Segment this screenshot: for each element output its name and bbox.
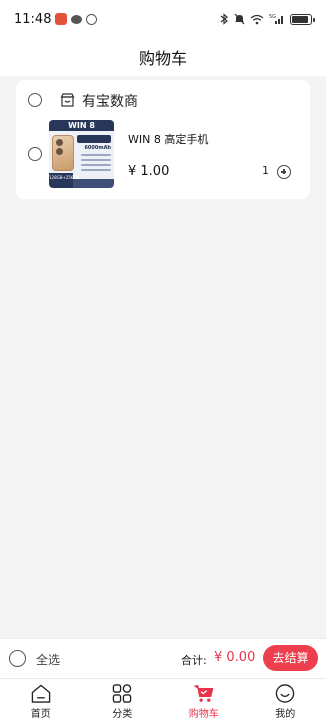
tab-home[interactable]: 首页: [0, 679, 82, 720]
bluetooth-icon: [220, 13, 228, 25]
tab-category[interactable]: 分类: [82, 679, 164, 720]
status-left: 11:48: [14, 11, 98, 27]
shop-icon: [60, 93, 75, 107]
tab-bar: 首页 分类 购物车 我的: [0, 678, 326, 720]
checkout-button[interactable]: 去结算: [263, 645, 318, 671]
quantity-value: 1: [262, 164, 269, 177]
shop-select-radio[interactable]: [28, 93, 42, 107]
network-label: 5G: [269, 14, 276, 20]
nav-bar: 购物车: [0, 38, 326, 76]
mute-icon: [234, 13, 245, 25]
total-amount: ¥ 0.00: [214, 650, 256, 665]
phone-image: [52, 135, 74, 171]
thumbnail-storage: 128GB+256GB: [49, 173, 79, 188]
item-select-radio[interactable]: [28, 147, 42, 161]
select-all-radio[interactable]: [9, 650, 26, 667]
status-bar: 11:48 5G: [0, 0, 326, 38]
thumbnail-title: WIN 8: [49, 120, 114, 131]
product-thumbnail[interactable]: WIN 8 6000mAh 128GB+256GB: [49, 120, 114, 188]
signal-icon: 5G: [269, 14, 283, 24]
home-icon: [31, 684, 51, 703]
tab-cart[interactable]: 购物车: [163, 679, 245, 720]
status-right: 5G: [220, 13, 315, 25]
product-price: ¥ 1.00: [128, 164, 170, 179]
battery-icon: [290, 13, 315, 25]
tab-label-home: 首页: [30, 709, 51, 720]
thumbnail-badge: [77, 135, 111, 143]
shop-name: 有宝数商: [82, 94, 138, 110]
wechat-icon: [71, 14, 83, 24]
page-title: 购物车: [138, 49, 187, 68]
wifi-icon: [250, 14, 264, 24]
thumbnail-footer: [73, 179, 114, 188]
cart-shop-card: 有宝数商 WIN 8 6000mAh 128GB+256GB WIN 8 高定手…: [16, 80, 310, 199]
tab-label-category: 分类: [112, 709, 133, 720]
notification-app-icon: [55, 13, 68, 25]
tab-profile[interactable]: 我的: [245, 679, 326, 720]
category-icon: [112, 684, 132, 703]
checkout-bar: 全选 合计: ¥ 0.00 去结算: [0, 638, 326, 678]
status-time: 11:48: [14, 11, 52, 27]
total-label: 合计:: [181, 654, 207, 667]
select-all-label[interactable]: 全选: [36, 651, 60, 668]
profile-icon: [275, 684, 295, 703]
thumbnail-spec-lines: [81, 154, 111, 174]
product-title[interactable]: WIN 8 高定手机: [128, 131, 208, 147]
drop-icon: [86, 13, 98, 25]
thumbnail-capacity: 6000mAh: [84, 145, 111, 151]
quantity-increase-button[interactable]: [277, 165, 291, 179]
cart-icon: [194, 685, 214, 702]
tab-label-profile: 我的: [275, 709, 296, 720]
tab-label-cart: 购物车: [188, 709, 219, 720]
